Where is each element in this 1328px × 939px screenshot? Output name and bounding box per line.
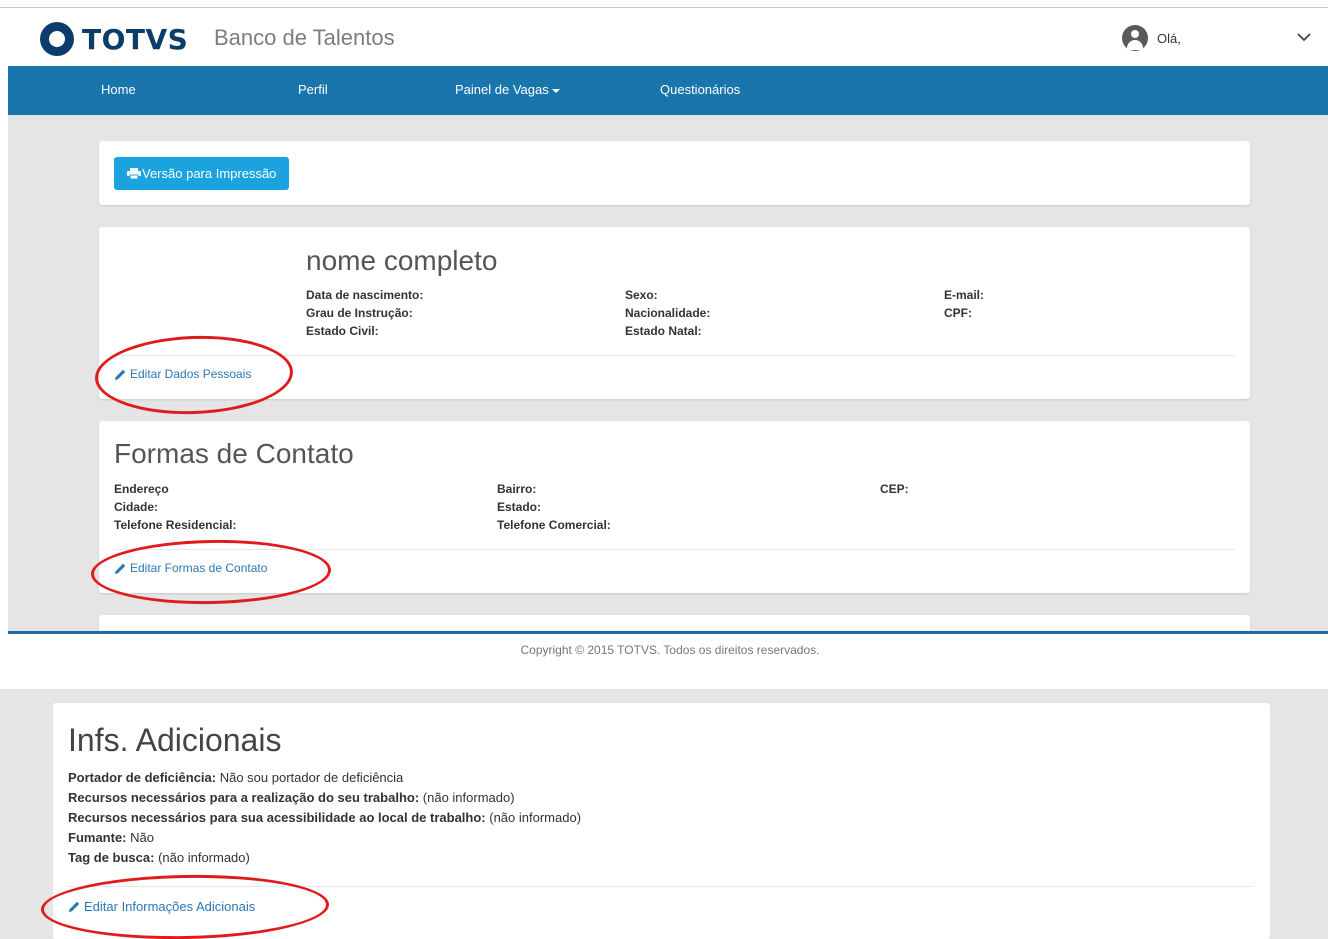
logo-circle-icon: [40, 22, 74, 56]
nav-painel-label: Painel de Vagas: [455, 82, 549, 97]
info-row-label: Tag de busca:: [68, 850, 155, 865]
additional-info-title: Infs. Adicionais: [68, 722, 282, 758]
user-avatar-icon: [1122, 25, 1148, 51]
page-root: TOTVS Banco de Talentos Olá, Home Perfil…: [0, 0, 1328, 939]
content-area: Versão para Impressão nome completo Data…: [8, 115, 1328, 631]
label-cpf: CPF:: [944, 306, 972, 320]
edit-additional-info-label: Editar Informações Adicionais: [84, 899, 256, 914]
edit-additional-info-link[interactable]: Editar Informações Adicionais: [68, 899, 255, 914]
nav-home[interactable]: Home: [101, 82, 136, 97]
card-divider: [68, 886, 1254, 887]
nav-questionarios[interactable]: Questionários: [660, 82, 740, 97]
nav-painel-de-vagas[interactable]: Painel de Vagas: [455, 82, 560, 97]
app-header: TOTVS Banco de Talentos Olá,: [0, 8, 1328, 66]
info-row-value: (não informado): [489, 810, 582, 825]
full-name: nome completo: [306, 245, 498, 276]
pencil-icon: [69, 901, 80, 912]
copyright-text: Copyright © 2015 TOTVS. Todos os direito…: [520, 643, 820, 657]
edit-contact-link[interactable]: Editar Formas de Contato: [114, 561, 267, 575]
chevron-down-icon[interactable]: [1295, 28, 1313, 46]
app-title: Banco de Talentos: [214, 25, 395, 50]
label-address: Endereço: [114, 482, 169, 496]
info-row-value: (não informado): [158, 850, 250, 865]
label-natal-state: Estado Natal:: [625, 324, 702, 338]
pencil-icon: [115, 563, 126, 574]
info-row-label: Recursos necessários para a realização d…: [68, 790, 420, 805]
label-email: E-mail:: [944, 288, 985, 302]
footer-line: [8, 631, 1328, 634]
main-navbar: Home Perfil Painel de Vagas Questionário…: [8, 66, 1328, 115]
print-version-button[interactable]: Versão para Impressão: [114, 157, 290, 190]
card-divider: [114, 549, 1235, 550]
totvs-logo[interactable]: TOTVS: [40, 22, 188, 56]
label-birth-date: Data de nascimento:: [306, 288, 424, 302]
label-education: Grau de Instrução:: [306, 306, 413, 320]
label-marital-status: Estado Civil:: [306, 324, 379, 338]
edit-contact-label: Editar Formas de Contato: [130, 561, 268, 575]
label-work-phone: Telefone Comercial:: [497, 518, 611, 532]
contact-card: Formas de Contato Endereço Cidade: Telef…: [99, 421, 1250, 593]
caret-down-icon: [551, 88, 560, 93]
info-row: Portador de deficiência: Não sou portado…: [68, 770, 403, 785]
card-divider: [114, 355, 1235, 356]
info-row: Recursos necessários para a realização d…: [68, 790, 515, 805]
label-sex: Sexo:: [625, 288, 658, 302]
user-greeting: Olá,: [1157, 30, 1181, 46]
info-row-value: (não informado): [422, 790, 515, 805]
info-row-label: Fumante:: [68, 830, 127, 845]
info-row-value: Não sou portador de deficiência: [219, 770, 404, 785]
label-nationality: Nacionalidade:: [625, 306, 711, 320]
info-row: Tag de busca: (não informado): [68, 850, 250, 865]
user-menu[interactable]: Olá,: [1122, 25, 1181, 51]
label-home-phone: Telefone Residencial:: [114, 518, 237, 532]
contact-title: Formas de Contato: [114, 438, 354, 469]
label-district: Bairro:: [497, 482, 537, 496]
print-version-label: Versão para Impressão: [142, 166, 277, 181]
edit-personal-data-link[interactable]: Editar Dados Pessoais: [114, 367, 251, 381]
personal-data-card: nome completo Data de nascimento: Grau d…: [99, 227, 1250, 399]
edit-personal-data-label: Editar Dados Pessoais: [130, 367, 252, 381]
print-card: Versão para Impressão: [99, 141, 1250, 205]
nav-perfil[interactable]: Perfil: [298, 82, 328, 97]
printer-icon: [127, 168, 141, 179]
next-card-partial: [99, 615, 1250, 631]
info-row: Fumante: Não: [68, 830, 154, 845]
info-row-value: Não: [130, 830, 154, 845]
label-state: Estado:: [497, 500, 542, 514]
logo-text: TOTVS: [82, 22, 189, 56]
info-row-label: Portador de deficiência:: [68, 770, 217, 785]
pencil-icon: [115, 369, 126, 380]
label-city: Cidade:: [114, 500, 159, 514]
info-row: Recursos necessários para sua acessibili…: [68, 810, 581, 825]
info-row-label: Recursos necessários para sua acessibili…: [68, 810, 486, 825]
label-zip: CEP:: [880, 482, 909, 496]
